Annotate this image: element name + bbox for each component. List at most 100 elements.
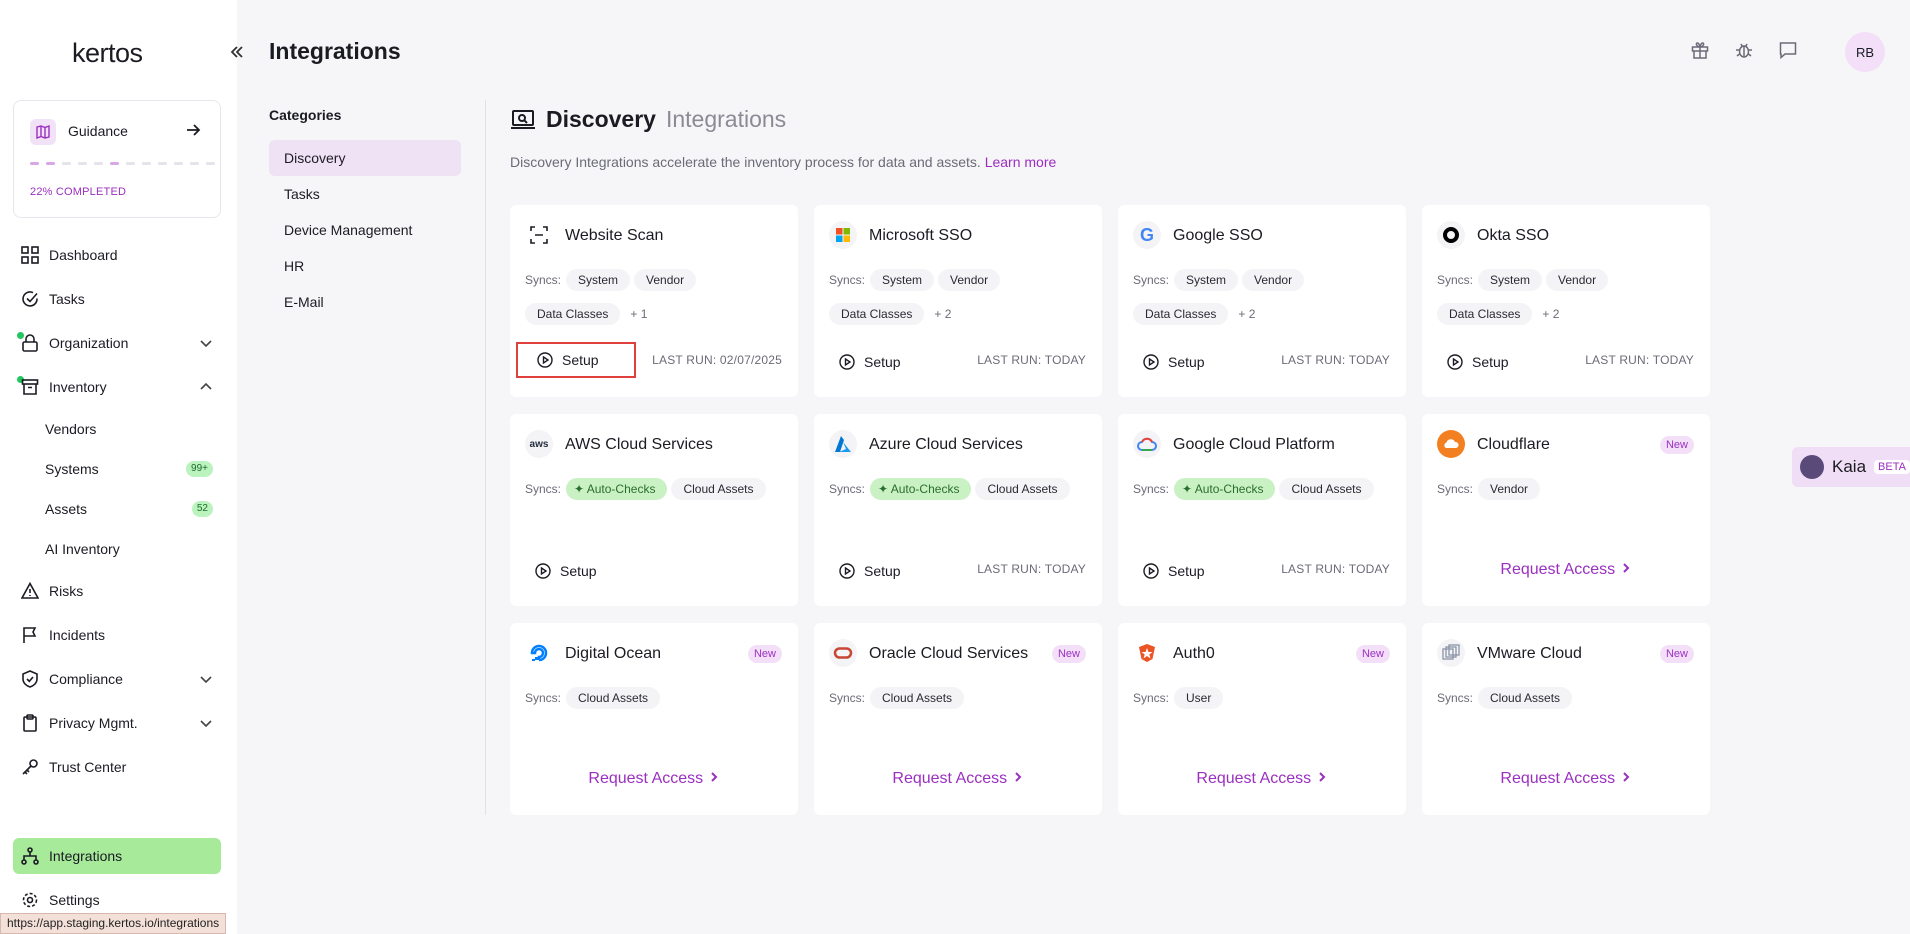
last-run: LAST RUN: 02/07/2025 [652, 353, 782, 367]
category-hr[interactable]: HR [269, 248, 461, 284]
category-tasks[interactable]: Tasks [269, 176, 461, 212]
setup-label: Setup [1168, 563, 1205, 579]
gear-icon [22, 892, 38, 908]
oracle-icon [829, 639, 857, 667]
sync-pill: User [1174, 687, 1224, 709]
setup-button[interactable]: Setup [516, 342, 636, 378]
nav-privacy-mgmt[interactable]: Privacy Mgmt. [13, 701, 221, 745]
bug-icon[interactable] [1734, 40, 1754, 60]
beta-badge: BETA [1874, 460, 1910, 474]
request-label: Request Access [1500, 561, 1616, 578]
setup-label: Setup [1168, 354, 1205, 370]
request-access-link[interactable]: Request Access [814, 770, 1102, 788]
last-run: LAST RUN: TODAY [1281, 353, 1390, 367]
sync-pill: Cloud Assets [671, 478, 766, 500]
card-title: Okta SSO [1477, 227, 1550, 244]
integration-card-microsoft-sso: Microsoft SSO Syncs: System Vendor Data … [814, 205, 1102, 397]
sync-pill: Cloud Assets [975, 478, 1070, 500]
chevron-down-icon [200, 676, 212, 684]
card-title: Oracle Cloud Services [869, 645, 1029, 662]
syncs-list: Syncs: System Vendor Data Classes + 2 [1133, 269, 1394, 325]
sync-more[interactable]: + 1 [624, 303, 653, 325]
new-badge: New [1051, 645, 1086, 663]
kaia-assistant-button[interactable]: Kaia BETA [1792, 447, 1910, 487]
sync-pill: Data Classes [829, 303, 925, 325]
kertos-logo[interactable]: kertos [72, 38, 143, 69]
nav-systems[interactable]: Systems 99+ [13, 449, 221, 489]
syncs-list: Syncs: System Vendor Data Classes + 1 [525, 269, 786, 325]
play-circle-icon [839, 563, 855, 579]
setup-button[interactable]: Setup [829, 554, 939, 588]
arrow-right-icon[interactable] [184, 121, 202, 144]
request-access-link[interactable]: Request Access [1422, 770, 1710, 788]
nav-dashboard[interactable]: Dashboard [13, 233, 221, 277]
nav-tasks[interactable]: Tasks [13, 277, 221, 321]
sync-pill: System [870, 269, 935, 291]
sync-pill: Vendor [1546, 269, 1609, 291]
sync-more[interactable]: + 2 [928, 303, 957, 325]
section-title-light: Integrations [665, 106, 787, 132]
setup-button[interactable]: Setup [525, 554, 635, 588]
sidebar: kertos Guidance 22% COMPLETED Dashboard … [0, 0, 243, 934]
pill-text: Auto-Checks [1194, 482, 1264, 496]
card-title: Cloudflare [1477, 436, 1550, 453]
syncs-list: Syncs: Cloud Assets [829, 687, 1090, 709]
category-email[interactable]: E-Mail [269, 284, 461, 320]
syncs-list: Syncs: ✦ Auto-Checks Cloud Assets [829, 478, 1090, 500]
status-bar-url: https://app.staging.kertos.io/integratio… [0, 913, 227, 934]
nav-integrations[interactable]: Integrations [13, 838, 221, 874]
shield-check-icon [22, 670, 38, 688]
nav-ai-inventory[interactable]: AI Inventory [13, 529, 221, 569]
chevron-down-icon [200, 720, 212, 728]
chevron-right-icon [1014, 772, 1022, 782]
card-title: Azure Cloud Services [869, 436, 1023, 453]
integration-card-vmware: VMware Cloud New Syncs: Cloud Assets Req… [1422, 623, 1710, 815]
syncs-label: Syncs: [1133, 482, 1170, 496]
warning-icon [21, 582, 39, 599]
nav-risks[interactable]: Risks [13, 569, 221, 613]
sync-pill: Data Classes [525, 303, 621, 325]
sync-pill: Cloud Assets [1279, 478, 1374, 500]
nav-inventory[interactable]: Inventory [13, 365, 221, 409]
nav-compliance[interactable]: Compliance [13, 657, 221, 701]
collapse-sidebar-icon[interactable] [227, 42, 247, 62]
guidance-card[interactable]: Guidance 22% COMPLETED [13, 100, 221, 218]
nav-label: Incidents [49, 627, 106, 643]
integration-card-azure: Azure Cloud Services Syncs: ✦ Auto-Check… [814, 414, 1102, 606]
syncs-label: Syncs: [1133, 691, 1170, 705]
syncs-label: Syncs: [525, 482, 562, 496]
request-access-link[interactable]: Request Access [510, 770, 798, 788]
setup-button[interactable]: Setup [829, 345, 939, 379]
nav-organization[interactable]: Organization [13, 321, 221, 365]
nav-label: Assets [45, 501, 88, 517]
request-label: Request Access [1196, 770, 1312, 787]
sync-more[interactable]: + 2 [1232, 303, 1261, 325]
setup-button[interactable]: Setup [1133, 554, 1243, 588]
integration-card-cloudflare: Cloudflare New Syncs: Vendor Request Acc… [1422, 414, 1710, 606]
syncs-label: Syncs: [1437, 691, 1474, 705]
nav-vendors[interactable]: Vendors [13, 409, 221, 449]
nav-label: Tasks [49, 291, 85, 307]
gift-icon[interactable] [1690, 40, 1710, 60]
chat-icon[interactable] [1778, 40, 1798, 60]
archive-icon [21, 379, 39, 395]
request-access-link[interactable]: Request Access [1118, 770, 1406, 788]
category-discovery[interactable]: Discovery [269, 140, 461, 176]
sync-more[interactable]: + 2 [1536, 303, 1565, 325]
sync-pill-auto-checks: ✦ Auto-Checks [1174, 478, 1276, 500]
setup-button[interactable]: Setup [1437, 345, 1547, 379]
nav-incidents[interactable]: Incidents [13, 613, 221, 657]
request-access-link[interactable]: Request Access [1422, 561, 1710, 579]
request-label: Request Access [588, 770, 704, 787]
check-circle-icon [22, 291, 38, 307]
categories-title: Categories [269, 107, 342, 123]
setup-button[interactable]: Setup [1133, 345, 1243, 379]
category-device-management[interactable]: Device Management [269, 212, 461, 248]
setup-label: Setup [864, 354, 901, 370]
user-avatar[interactable]: RB [1845, 32, 1885, 72]
nav-trust-center[interactable]: Trust Center [13, 745, 221, 789]
learn-more-link[interactable]: Learn more [985, 154, 1057, 170]
azure-icon [829, 430, 857, 458]
nav-assets[interactable]: Assets 52 [13, 489, 221, 529]
syncs-list: Syncs: Vendor [1437, 478, 1698, 500]
